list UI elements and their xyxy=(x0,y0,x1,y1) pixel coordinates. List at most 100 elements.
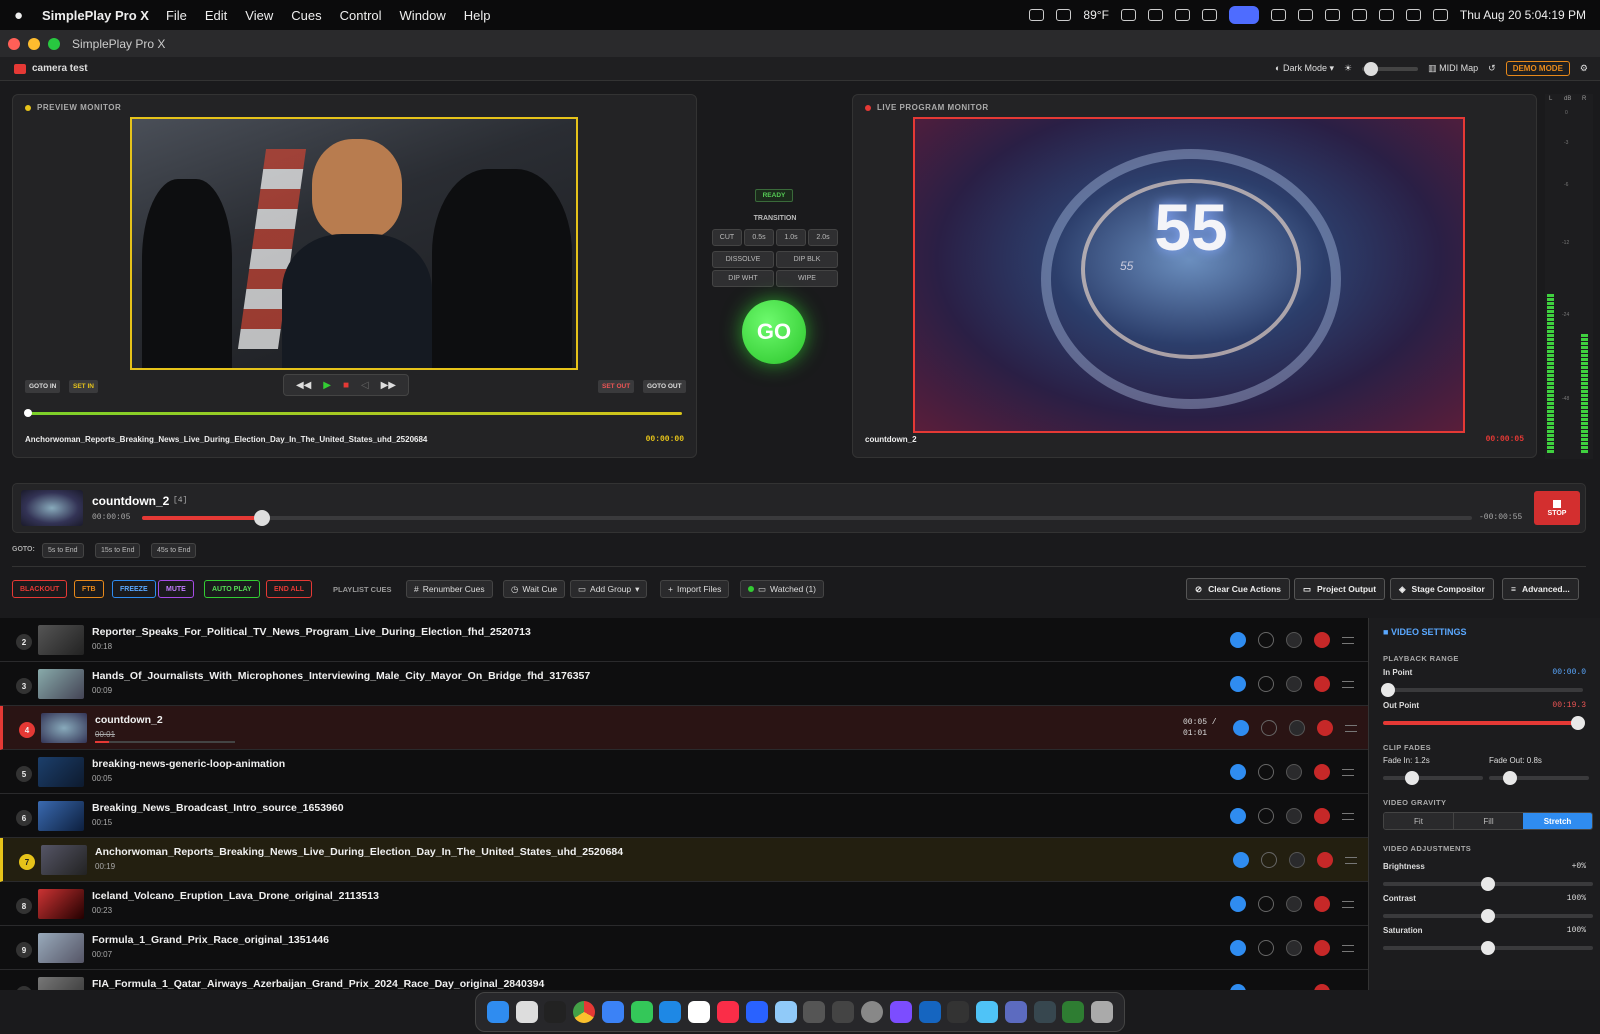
in-point-slider[interactable] xyxy=(1381,683,1583,697)
status-icon[interactable] xyxy=(1056,9,1072,21)
stage-compositor-button[interactable]: ◈ Stage Compositor xyxy=(1390,578,1494,600)
freeze-button[interactable]: FREEZE xyxy=(112,580,156,598)
menu-edit[interactable]: Edit xyxy=(205,8,227,23)
blackout-button[interactable]: BLACKOUT xyxy=(12,580,68,598)
app-icon[interactable] xyxy=(1004,1001,1027,1023)
project-output-button[interactable]: ▭ Project Output xyxy=(1294,578,1386,600)
ftb-button[interactable]: FTB xyxy=(74,580,104,598)
messages-icon[interactable] xyxy=(630,1001,653,1023)
menu-window[interactable]: Window xyxy=(400,8,446,23)
app-icon[interactable] xyxy=(947,1001,970,1023)
wait-cue-button[interactable]: ◷ Wait Cue xyxy=(503,580,566,598)
cue-row[interactable]: 9 Formula_1_Grand_Prix_Race_original_135… xyxy=(0,926,1368,970)
slider-knob[interactable] xyxy=(1571,716,1585,730)
gear-icon[interactable]: ⚙ xyxy=(1580,63,1588,74)
loop-icon[interactable] xyxy=(1230,940,1246,956)
saturation-slider[interactable] xyxy=(1383,941,1593,955)
out-point-slider[interactable] xyxy=(1383,716,1585,730)
trash-icon[interactable] xyxy=(1314,940,1330,956)
slider-knob[interactable] xyxy=(1481,909,1495,923)
finder-icon[interactable] xyxy=(486,1001,509,1023)
status-icon[interactable] xyxy=(1029,9,1045,21)
drag-handle-icon[interactable] xyxy=(1342,945,1354,952)
volume-icon[interactable] xyxy=(1289,852,1305,868)
slider-knob[interactable] xyxy=(1481,877,1495,891)
advanced-button[interactable]: ≡ Advanced... xyxy=(1502,578,1579,600)
preview-video[interactable] xyxy=(130,117,578,370)
cue-row[interactable]: 10 FIA_Formula_1_Qatar_Airways_Azerbaija… xyxy=(0,970,1368,990)
demo-mode-badge[interactable]: DEMO MODE xyxy=(1505,61,1570,76)
cue-row-active[interactable]: 4 countdown_2 00:01 00:05 / 01:01 xyxy=(0,706,1368,750)
app-icon[interactable] xyxy=(774,1001,797,1023)
volume-icon[interactable] xyxy=(1286,632,1302,648)
drag-handle-icon[interactable] xyxy=(1345,725,1357,732)
status-icon[interactable] xyxy=(1120,9,1136,21)
cue-row[interactable]: 8 Iceland_Volcano_Eruption_Lava_Drone_or… xyxy=(0,882,1368,926)
bluetooth-icon[interactable] xyxy=(1201,9,1217,21)
brightness-adj-slider[interactable] xyxy=(1383,877,1593,891)
program-video[interactable]: 55 55 xyxy=(913,117,1465,433)
preview-app-icon[interactable] xyxy=(976,1001,999,1023)
dissolve-button[interactable]: DISSOLVE xyxy=(712,251,774,268)
volume-icon[interactable] xyxy=(1289,720,1305,736)
minimize-button[interactable] xyxy=(28,37,40,50)
slider-knob[interactable] xyxy=(1381,683,1395,697)
menu-file[interactable]: File xyxy=(166,8,187,23)
autofollow-icon[interactable] xyxy=(1261,852,1277,868)
display-icon[interactable] xyxy=(1297,9,1313,21)
status-icon[interactable] xyxy=(1174,9,1190,21)
calendar-icon[interactable] xyxy=(688,1001,711,1023)
cue-row[interactable]: 6 Breaking_News_Broadcast_Intro_source_1… xyxy=(0,794,1368,838)
goto-5s-button[interactable]: 5s to End xyxy=(42,543,84,558)
music-icon[interactable] xyxy=(717,1001,740,1023)
app-menu[interactable]: SimplePlay Pro X xyxy=(42,8,149,23)
safari-icon[interactable] xyxy=(601,1001,624,1023)
cue-row[interactable]: 3 Hands_Of_Journalists_With_Microphones_… xyxy=(0,662,1368,706)
drag-handle-icon[interactable] xyxy=(1342,813,1354,820)
gravity-stretch[interactable]: Stretch xyxy=(1523,813,1592,829)
theme-select[interactable]: ◐ Dark Mode ▾ xyxy=(1275,63,1334,74)
wipe-button[interactable]: WIPE xyxy=(776,270,838,287)
loop-icon[interactable] xyxy=(1230,896,1246,912)
fade-out-slider[interactable] xyxy=(1489,771,1589,785)
volume-icon[interactable] xyxy=(1286,896,1302,912)
dip-black-button[interactable]: DIP BLK xyxy=(776,251,838,268)
gravity-fit[interactable]: Fit xyxy=(1384,813,1453,829)
end-all-button[interactable]: END ALL xyxy=(266,580,313,598)
volume-icon[interactable] xyxy=(1286,808,1302,824)
trash-icon[interactable] xyxy=(1317,720,1333,736)
trash-icon[interactable] xyxy=(1314,632,1330,648)
clear-cue-actions-button[interactable]: ⊘ Clear Cue Actions xyxy=(1186,578,1291,600)
volume-icon[interactable] xyxy=(1286,676,1302,692)
volume-icon[interactable] xyxy=(1286,764,1302,780)
goto-45s-button[interactable]: 45s to End xyxy=(151,543,197,558)
duration-1-0-button[interactable]: 1.0s xyxy=(776,229,806,246)
mail-icon[interactable] xyxy=(659,1001,682,1023)
window-icon[interactable] xyxy=(1033,1001,1056,1023)
volume-icon[interactable] xyxy=(1286,940,1302,956)
set-in-button[interactable]: SET IN xyxy=(69,380,98,393)
midi-map-button[interactable]: ▥ MIDI Map xyxy=(1428,63,1478,74)
window-icon[interactable] xyxy=(1062,1001,1085,1023)
launchpad-icon[interactable] xyxy=(515,1001,538,1023)
dip-white-button[interactable]: DIP WHT xyxy=(712,270,774,287)
trash-icon[interactable] xyxy=(1314,764,1330,780)
drag-handle-icon[interactable] xyxy=(1342,769,1354,776)
history-icon[interactable]: ↺ xyxy=(1488,63,1496,74)
status-icon[interactable] xyxy=(1147,9,1163,21)
screen-mirror-icon[interactable] xyxy=(1228,6,1259,24)
mute-icon[interactable] xyxy=(1351,9,1367,21)
stop-icon[interactable]: ■ xyxy=(343,380,349,391)
focus-icon[interactable] xyxy=(1432,9,1448,21)
preview-scrubber[interactable] xyxy=(24,409,682,417)
app-icon[interactable] xyxy=(832,1001,855,1023)
goto-out-button[interactable]: GOTO OUT xyxy=(643,380,686,393)
calculator-icon[interactable] xyxy=(803,1001,826,1023)
contrast-slider[interactable] xyxy=(1383,909,1593,923)
mute-button[interactable]: MUTE xyxy=(158,580,194,598)
fast-forward-icon[interactable]: ▶▶ xyxy=(381,380,396,391)
goto-15s-button[interactable]: 15s to End xyxy=(95,543,141,558)
weather-widget[interactable]: 89°F xyxy=(1083,8,1108,22)
goto-in-button[interactable]: GOTO IN xyxy=(25,380,61,393)
autofollow-icon[interactable] xyxy=(1258,764,1274,780)
